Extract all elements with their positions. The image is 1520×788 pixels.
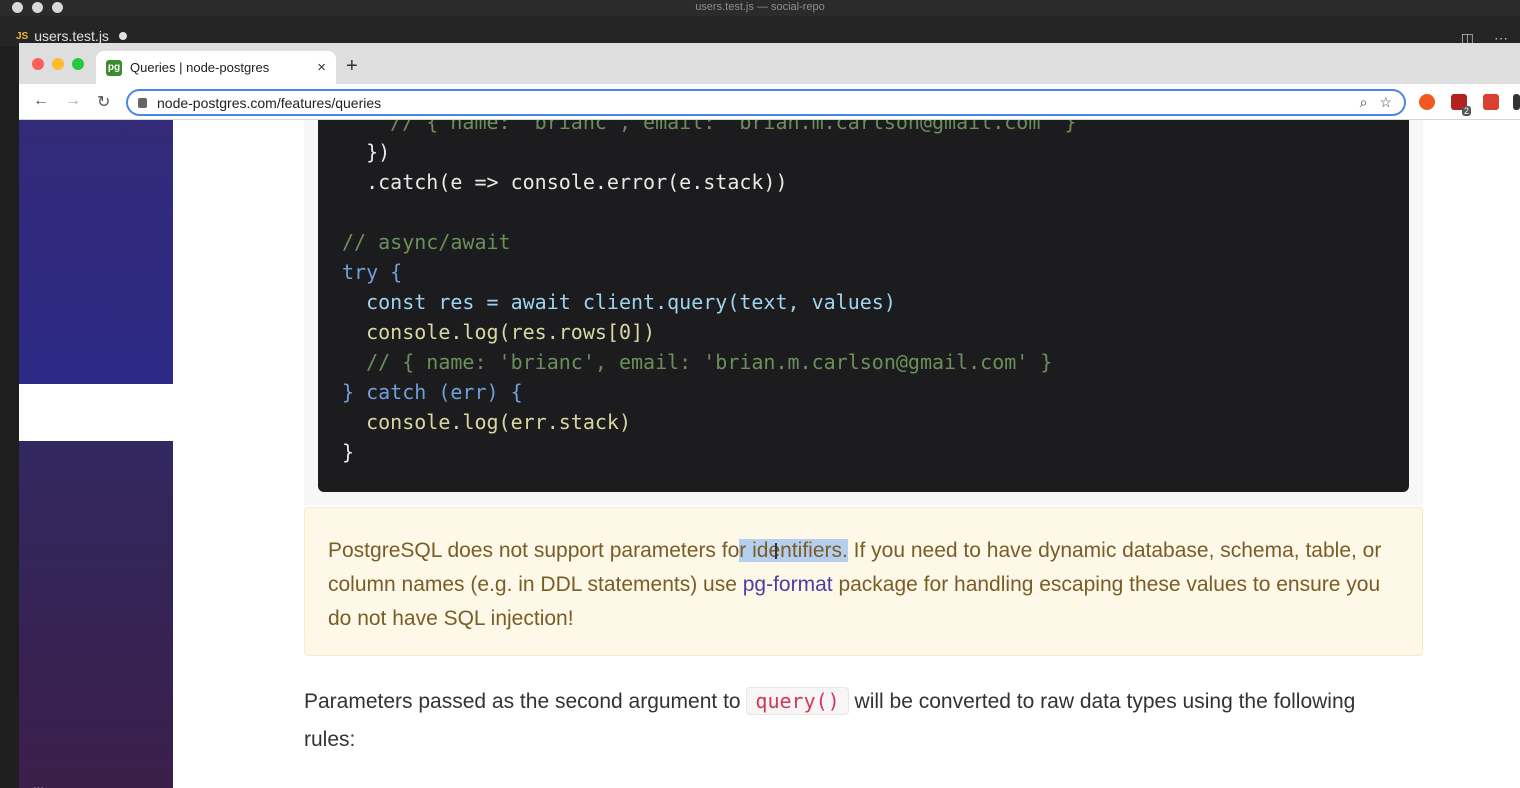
extension-badge: 2 — [1461, 106, 1471, 116]
reload-button[interactable]: ↻ — [97, 92, 110, 112]
ublock-extension-icon[interactable]: 2 — [1451, 94, 1471, 116]
code-line: // { name: 'brianc', email: 'brian.m.car… — [342, 120, 1077, 134]
selected-text[interactable]: r identifiers. — [739, 539, 848, 562]
editor-tab-bar: JS users.test.js ◫ ⋯ — [0, 16, 1520, 46]
editor-tab-label: users.test.js — [34, 28, 109, 44]
lock-icon — [138, 97, 147, 108]
javascript-file-icon: JS — [16, 30, 29, 42]
window-title: users.test.js — social-repo — [695, 1, 825, 13]
browser-toolbar: ← → ↻ node-postgres.com/features/queries… — [19, 84, 1520, 120]
warning-callout: PostgreSQL does not support parameters f… — [304, 507, 1423, 656]
code-line-text: .catch(e => console.error(e.stack)) — [342, 170, 788, 194]
browser-tab-title: Queries | node-postgres — [130, 60, 270, 75]
code-line: }) — [342, 140, 391, 164]
pg-format-link[interactable]: pg-format — [743, 573, 833, 596]
lastpass-extension-icon[interactable] — [1483, 94, 1499, 110]
paragraph: Parameters passed as the second argument… — [304, 682, 1404, 759]
tab-close-icon[interactable]: × — [317, 59, 326, 76]
back-button[interactable]: ← — [33, 92, 49, 110]
warning-text: PostgreSQL does not support parameters f… — [328, 539, 740, 562]
code-line: const res = await client.query(text, val… — [342, 290, 896, 314]
unsaved-dot-icon[interactable] — [118, 32, 127, 40]
paragraph-text: Parameters passed as the second argument… — [304, 690, 747, 713]
code-line: // async/await — [342, 230, 511, 254]
code-line: // { name: 'brianc', email: 'brian.m.car… — [342, 350, 1053, 374]
browser-tab-strip: pg Queries | node-postgres × + — [19, 43, 1520, 84]
code-line: } catch (err) { — [342, 380, 523, 404]
os-title-bar: users.test.js — social-repo — [0, 0, 1520, 16]
inline-code-query: query() — [746, 687, 849, 715]
url-text[interactable]: node-postgres.com/features/queries — [157, 95, 1360, 111]
new-tab-button[interactable]: + — [346, 55, 358, 78]
sidebar-bottom-text[interactable]: ... — [33, 777, 44, 788]
elephant-favicon-icon: pg — [106, 59, 122, 76]
code-block: // { name: 'brianc', email: 'brian.m.car… — [318, 120, 1409, 492]
browser-minimize-icon[interactable] — [52, 58, 64, 70]
code-line: } — [342, 440, 355, 464]
browser-window: pg Queries | node-postgres × + ← → ↻ nod… — [19, 43, 1520, 788]
brave-extension-icon[interactable] — [1419, 94, 1435, 110]
browser-tab[interactable]: pg Queries | node-postgres × — [96, 51, 336, 84]
sidebar-bottom: ... — [19, 441, 173, 788]
code-line: console.log(res.rows[0]) — [342, 320, 656, 344]
address-bar[interactable]: node-postgres.com/features/queries ⌕ ☆ — [126, 89, 1406, 116]
forward-button[interactable]: → — [65, 92, 81, 110]
code-line: console.log(err.stack) — [342, 410, 631, 434]
browser-close-icon[interactable] — [32, 58, 44, 70]
text-cursor-icon — [775, 543, 777, 559]
zoom-icon[interactable]: ⌕ — [1360, 94, 1368, 111]
more-extension-icon[interactable] — [1513, 94, 1520, 110]
page-content: ... // { name: 'brianc', email: 'brian.m… — [19, 120, 1520, 788]
code-line: try { — [342, 260, 403, 284]
sidebar-top — [19, 120, 173, 384]
bookmark-star-icon[interactable]: ☆ — [1379, 94, 1392, 111]
code-line: .catch(e => console.error(e.stack)) — [342, 170, 788, 200]
browser-zoom-icon[interactable] — [72, 58, 84, 70]
